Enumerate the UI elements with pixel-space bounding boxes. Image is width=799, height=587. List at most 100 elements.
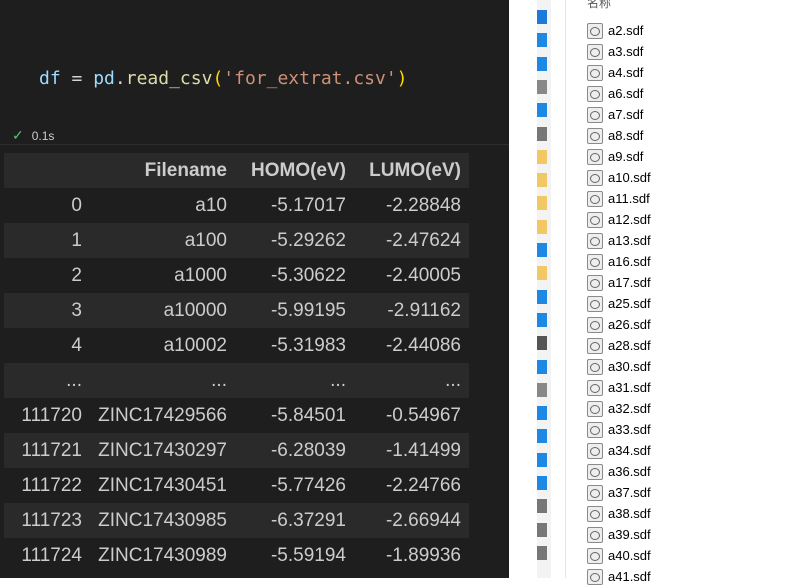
sdf-file-icon xyxy=(587,295,603,312)
sdf-file-icon xyxy=(587,316,603,333)
cell-homo: -5.59194 xyxy=(270,544,346,566)
file-item[interactable]: a4.sdf xyxy=(587,62,651,83)
folder-icon[interactable] xyxy=(537,266,547,281)
file-item[interactable]: a2.sdf xyxy=(587,20,651,41)
downloads-icon[interactable] xyxy=(537,406,547,421)
file-item[interactable]: a7.sdf xyxy=(587,104,651,125)
this-pc-icon[interactable] xyxy=(537,289,547,304)
file-item[interactable]: a17.sdf xyxy=(587,272,651,293)
file-item[interactable]: a6.sdf xyxy=(587,83,651,104)
file-item[interactable]: a37.sdf xyxy=(587,482,651,503)
cell-filename: a10 xyxy=(195,194,227,216)
file-item[interactable]: a33.sdf xyxy=(587,419,651,440)
file-name: a6.sdf xyxy=(608,86,644,101)
row-index: 111720 xyxy=(21,404,82,426)
file-item[interactable]: a13.sdf xyxy=(587,230,651,251)
column-header-lumo: LUMO(eV) xyxy=(369,159,461,181)
file-item[interactable]: a41.sdf xyxy=(587,566,651,587)
cell-lumo: -2.66944 xyxy=(385,509,461,531)
code-token: ( xyxy=(212,68,224,89)
file-name: a30.sdf xyxy=(608,359,651,374)
row-index: 4 xyxy=(71,334,82,356)
file-item[interactable]: a38.sdf xyxy=(587,503,651,524)
file-item[interactable]: a26.sdf xyxy=(587,314,651,335)
file-item[interactable]: a31.sdf xyxy=(587,377,651,398)
file-name: a13.sdf xyxy=(608,233,651,248)
sdf-file-icon xyxy=(587,358,603,375)
table-row: 4 a10002 -5.31983 -2.44086 xyxy=(4,328,469,363)
file-name: a31.sdf xyxy=(608,380,651,395)
file-item[interactable]: a30.sdf xyxy=(587,356,651,377)
drive-icon[interactable] xyxy=(537,499,547,514)
desktop-icon[interactable] xyxy=(537,452,547,467)
music-icon[interactable] xyxy=(537,429,547,444)
table-row: 1 a100 -5.29262 -2.47624 xyxy=(4,223,469,258)
folder-icon[interactable] xyxy=(537,149,547,164)
file-item[interactable]: a34.sdf xyxy=(587,440,651,461)
dataframe-table: Filename HOMO(eV) LUMO(eV) 0 a10 -5.17017 -… xyxy=(4,153,469,573)
drive-icon[interactable] xyxy=(537,126,547,141)
sdf-file-icon xyxy=(587,379,603,396)
file-item[interactable]: a9.sdf xyxy=(587,146,651,167)
cell-filename: ZINC17429566 xyxy=(98,404,227,426)
file-item[interactable]: a10.sdf xyxy=(587,167,651,188)
file-item[interactable]: a8.sdf xyxy=(587,125,651,146)
navigation-pane[interactable] xyxy=(509,0,565,578)
file-name: a34.sdf xyxy=(608,443,651,458)
sdf-file-icon xyxy=(587,337,603,354)
folder-icon[interactable] xyxy=(537,196,547,211)
file-name: a33.sdf xyxy=(608,422,651,437)
cell-homo: -5.99195 xyxy=(270,299,346,321)
check-icon: ✓ xyxy=(12,127,24,143)
cell-homo: ... xyxy=(330,369,346,391)
cell-filename: ZINC17430985 xyxy=(98,509,227,531)
objects-3d-icon[interactable] xyxy=(537,312,547,327)
pane-divider[interactable] xyxy=(565,0,566,578)
row-index: 2 xyxy=(71,264,82,286)
sdf-file-icon xyxy=(587,127,603,144)
quick-access-icon[interactable] xyxy=(537,10,547,24)
pictures-icon[interactable] xyxy=(537,103,547,118)
file-item[interactable]: a32.sdf xyxy=(587,398,651,419)
onedrive-icon[interactable] xyxy=(537,243,547,257)
code-line-1: df = pd.read_csv('for_extrat.csv') xyxy=(39,65,408,93)
sdf-file-icon xyxy=(587,526,603,543)
drive-icon[interactable] xyxy=(537,545,547,560)
sdf-file-icon xyxy=(587,232,603,249)
documents-icon[interactable] xyxy=(537,382,547,397)
file-name: a36.sdf xyxy=(608,464,651,479)
file-item[interactable]: a40.sdf xyxy=(587,545,651,566)
table-row: 0 a10 -5.17017 -2.28848 xyxy=(4,188,469,223)
file-item[interactable]: a16.sdf xyxy=(587,251,651,272)
desktop-icon[interactable] xyxy=(537,33,547,48)
file-name: a25.sdf xyxy=(608,296,651,311)
documents-icon[interactable] xyxy=(537,79,547,94)
sdf-file-icon xyxy=(587,274,603,291)
drive-icon[interactable] xyxy=(537,522,547,537)
code-token: pd xyxy=(93,68,115,89)
file-item[interactable]: a3.sdf xyxy=(587,41,651,62)
file-item[interactable]: a28.sdf xyxy=(587,335,651,356)
file-item[interactable]: a39.sdf xyxy=(587,524,651,545)
sdf-file-icon xyxy=(587,190,603,207)
pictures-icon[interactable] xyxy=(537,359,547,374)
file-item[interactable]: a12.sdf xyxy=(587,209,651,230)
cell-lumo: -1.89936 xyxy=(385,544,461,566)
file-item[interactable]: a11.sdf xyxy=(587,188,651,209)
file-item[interactable]: a36.sdf xyxy=(587,461,651,482)
sdf-file-icon xyxy=(587,253,603,270)
sdf-file-icon xyxy=(587,211,603,228)
windows-drive-icon[interactable] xyxy=(537,476,547,490)
videos-icon[interactable] xyxy=(537,336,547,351)
folder-icon[interactable] xyxy=(537,173,547,188)
column-header-name[interactable]: 名称 xyxy=(587,0,611,11)
downloads-icon[interactable] xyxy=(537,56,547,71)
code-token: ) xyxy=(396,68,408,89)
file-name: a4.sdf xyxy=(608,65,644,80)
file-item[interactable]: a25.sdf xyxy=(587,293,651,314)
cell-homo: -6.28039 xyxy=(270,439,346,461)
file-name: a28.sdf xyxy=(608,338,651,353)
folder-icon[interactable] xyxy=(537,219,547,234)
code-token: df xyxy=(39,68,61,89)
row-index: 0 xyxy=(71,194,82,216)
